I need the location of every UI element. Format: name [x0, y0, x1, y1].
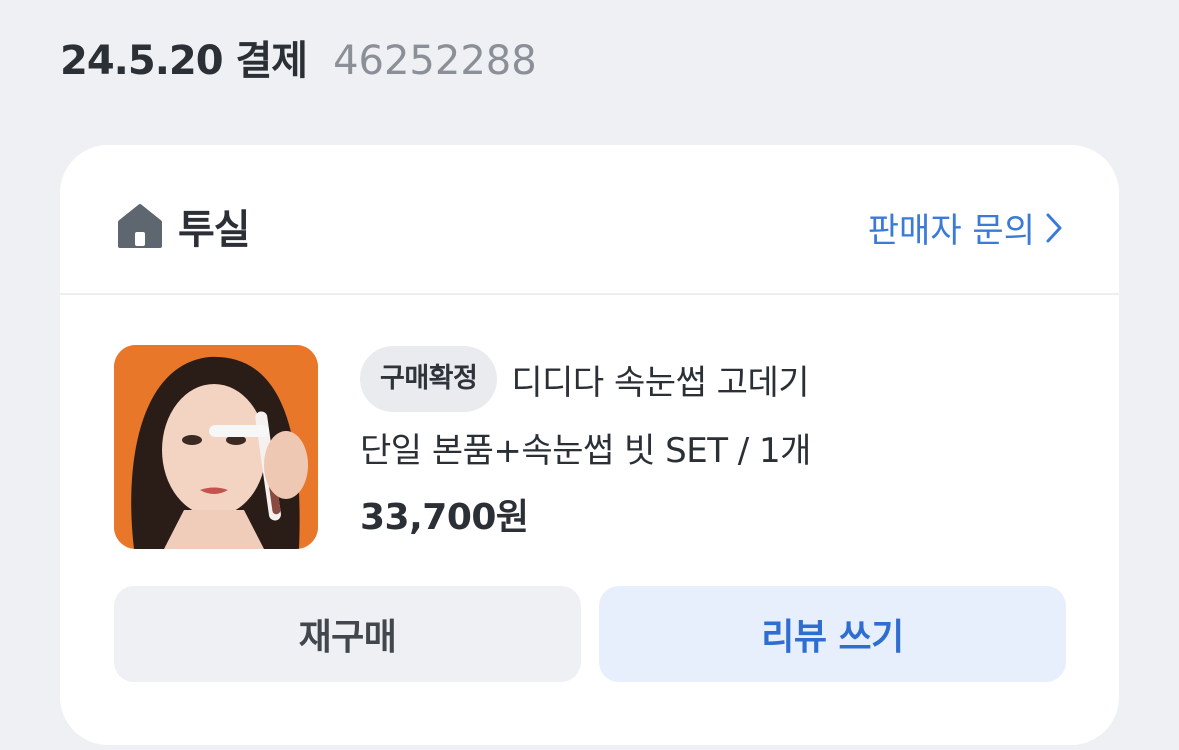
product-name[interactable]: 디디다 속눈썹 고데기: [511, 355, 809, 404]
rebuy-button[interactable]: 재구매: [114, 586, 581, 682]
seller-inquiry-link[interactable]: 판매자 문의: [868, 203, 1063, 252]
order-header: 24.5.20 결제 46252288: [60, 28, 537, 86]
seller-inquiry-label: 판매자 문의: [867, 211, 1035, 251]
chevron-right-icon: [1046, 213, 1062, 242]
write-review-button[interactable]: 리뷰 쓰기: [599, 586, 1066, 682]
seller-row: 투실 판매자 문의: [60, 145, 1119, 295]
product-option: 단일 본품+속눈썹 빗 SET / 1개: [360, 431, 811, 471]
order-number: 46252288: [333, 38, 537, 84]
product-title-line: 구매확정 디디다 속눈썹 고데기: [360, 345, 1060, 413]
product-photo: [114, 345, 318, 549]
order-date: 24.5.20 결제: [60, 38, 308, 84]
status-badge: 구매확정: [360, 346, 498, 412]
seller-info[interactable]: 투실: [116, 197, 251, 255]
product-row[interactable]: 구매확정 디디다 속눈썹 고데기 단일 본품+속눈썹 빗 SET / 1개 33…: [114, 345, 1064, 551]
product-price: 33,700원: [360, 497, 529, 538]
seller-name: 투실: [178, 207, 251, 253]
order-card: 투실 판매자 문의 구매확정 디디다 속눈썹 고데기 단일 본품+속눈썹 빗 S…: [60, 145, 1119, 745]
product-info: 구매확정 디디다 속눈썹 고데기 단일 본품+속눈썹 빗 SET / 1개 33…: [360, 345, 1060, 540]
home-icon: [118, 204, 162, 248]
product-thumbnail[interactable]: [114, 345, 318, 549]
